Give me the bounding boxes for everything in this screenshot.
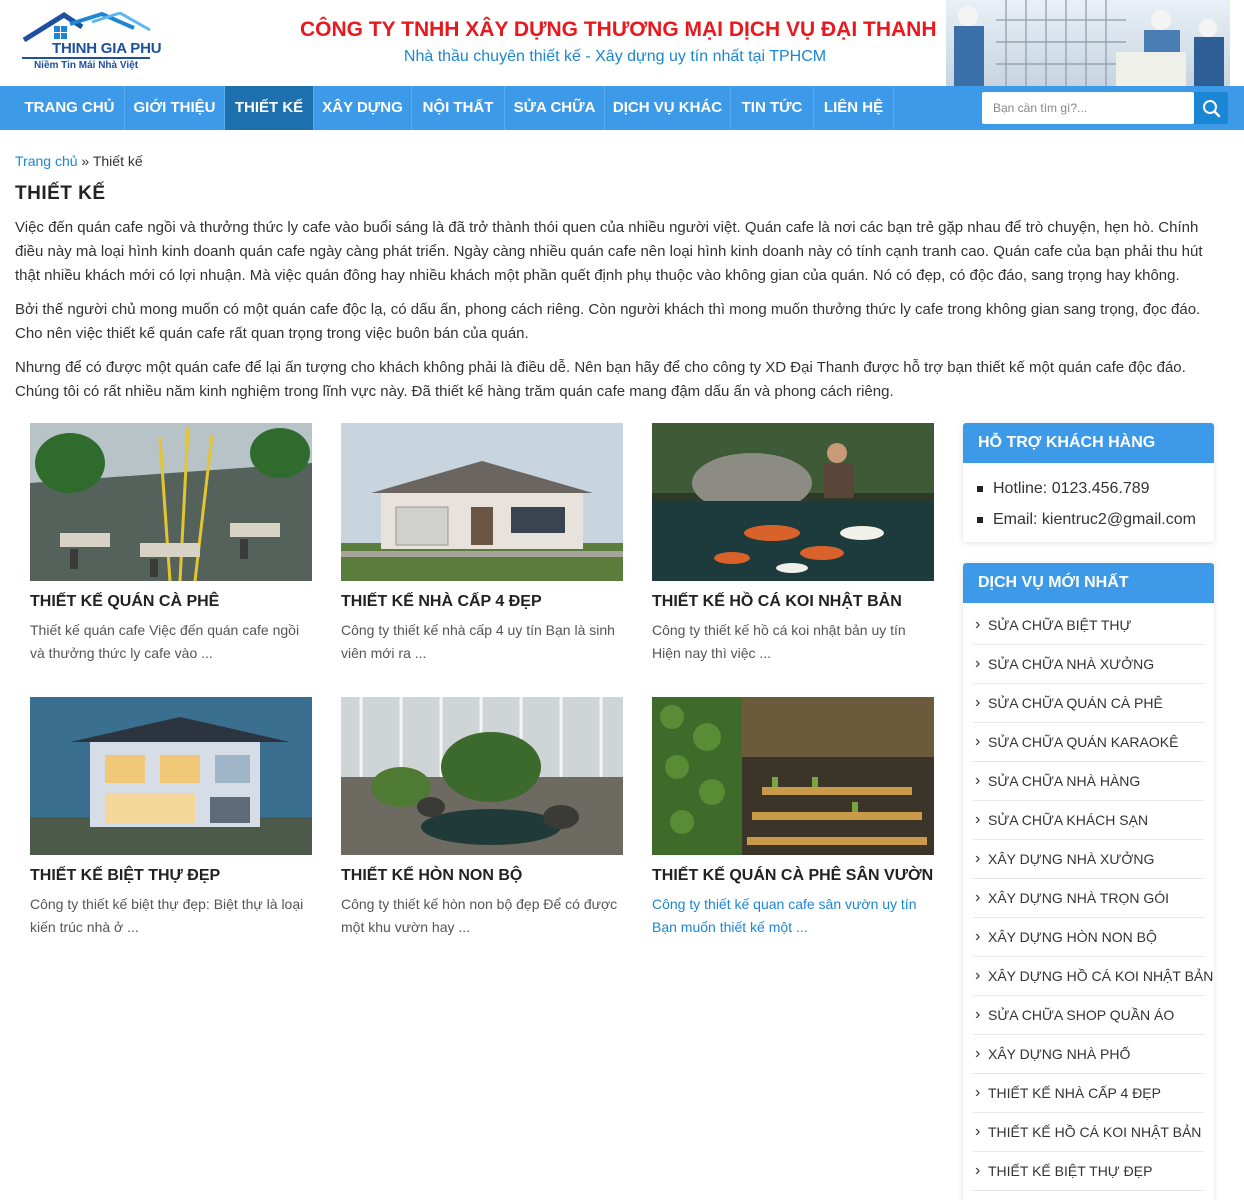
logo-tagline: Niềm Tin Mái Nhà Việt bbox=[22, 57, 150, 71]
header-banner-image bbox=[946, 0, 1230, 86]
service-link[interactable]: SỬA CHỮA NHÀ XƯỞNG bbox=[973, 644, 1204, 684]
service-link[interactable]: SỬA CHỮA QUÁN KARAOKÊ bbox=[973, 722, 1204, 762]
nav-item-interior[interactable]: NỘI THẤT bbox=[412, 86, 505, 130]
service-link[interactable]: XÂY DỰNG HỒ CÁ KOI NHẬT BẢN bbox=[973, 956, 1213, 996]
roof-logo-icon bbox=[22, 12, 151, 42]
breadcrumb-home-link[interactable]: Trang chủ bbox=[15, 153, 78, 169]
post-title[interactable]: THIẾT KẾ QUÁN CÀ PHÊ bbox=[30, 593, 312, 611]
site-header: THINH GIA PHU Niềm Tin Mái Nhà Việt CÔNG… bbox=[0, 0, 1244, 86]
post-excerpt: Công ty thiết kế nhà cấp 4 uy tín Bạn là… bbox=[341, 622, 615, 661]
post-title[interactable]: THIẾT KẾ QUÁN CÀ PHÊ SÂN VƯỜN bbox=[652, 867, 934, 885]
nav-item-other-services[interactable]: DỊCH VỤ KHÁC bbox=[605, 86, 731, 130]
post-card[interactable]: THIẾT KẾ HỒ CÁ KOI NHẬT BẢN Công ty thiế… bbox=[652, 423, 934, 665]
post-title[interactable]: THIẾT KẾ BIỆT THỰ ĐẸP bbox=[30, 867, 312, 885]
nav-item-news[interactable]: TIN TỨC bbox=[731, 86, 814, 130]
post-excerpt: Công ty thiết kế biệt thự đẹp: Biệt thự … bbox=[30, 896, 304, 935]
service-link[interactable]: THIẾT KẾ NHÀ CẤP 4 ĐẸP bbox=[973, 1073, 1204, 1113]
nav-item-home[interactable]: TRANG CHỦ bbox=[15, 86, 125, 130]
search-icon bbox=[1203, 100, 1221, 118]
post-thumbnail-villa[interactable] bbox=[30, 697, 312, 855]
company-slogan: Nhà thầu chuyên thiết kế - Xây dựng uy t… bbox=[403, 48, 827, 65]
breadcrumb-separator: » bbox=[81, 153, 90, 169]
service-link[interactable]: SỬA CHỮA BIỆT THỰ bbox=[973, 605, 1204, 645]
service-link[interactable]: SỬA CHỮA QUÁN CÀ PHÊ bbox=[973, 683, 1204, 723]
search-button[interactable] bbox=[1194, 92, 1228, 124]
services-widget-title: DỊCH VỤ MỚI NHẤT bbox=[963, 563, 1214, 603]
service-link[interactable]: THIẾT KẾ BIỆT THỰ ĐẸP bbox=[973, 1151, 1204, 1191]
post-card[interactable]: THIẾT KẾ QUÁN CÀ PHÊ SÂN VƯỜN Công ty th… bbox=[652, 697, 934, 939]
service-link[interactable]: SỬA CHỮA SHOP QUẦN ÁO bbox=[973, 995, 1204, 1035]
post-card[interactable]: THIẾT KẾ QUÁN CÀ PHÊ Thiết kế quán cafe … bbox=[30, 423, 312, 665]
post-excerpt[interactable]: Công ty thiết kế quan cafe sân vườn uy t… bbox=[652, 893, 934, 939]
service-link[interactable]: THIẾT KẾ HỒ CÁ KOI NHẬT BẢN bbox=[973, 1112, 1204, 1152]
post-title[interactable]: THIẾT KẾ HÒN NON BỘ bbox=[341, 867, 623, 885]
post-thumbnail-house[interactable] bbox=[341, 423, 623, 581]
intro-paragraph: Bởi thế người chủ mong muốn có một quán … bbox=[15, 301, 1201, 342]
post-card[interactable]: THIẾT KẾ BIỆT THỰ ĐẸP Công ty thiết kế b… bbox=[30, 697, 312, 939]
support-widget-title: HỖ TRỢ KHÁCH HÀNG bbox=[963, 423, 1214, 463]
company-name: CÔNG TY TNHH XÂY DỰNG THƯƠNG MẠI DỊCH VỤ… bbox=[300, 18, 937, 41]
nav-item-about[interactable]: GIỚI THIỆU bbox=[125, 86, 225, 130]
search-input[interactable]: Bạn cần tìm gì?... bbox=[982, 92, 1194, 124]
intro-paragraph: Nhưng để có được một quán cafe để lại ấn… bbox=[15, 359, 1186, 400]
service-link[interactable]: SỬA CHỮA NHÀ HÀNG bbox=[973, 761, 1204, 801]
nav-item-repair[interactable]: SỬA CHỮA bbox=[505, 86, 605, 130]
nav-item-construction[interactable]: XÂY DỰNG bbox=[314, 86, 412, 130]
post-excerpt: Thiết kế quán cafe Việc đến quán cafe ng… bbox=[30, 622, 300, 661]
page-title: THIẾT KẾ bbox=[15, 183, 106, 204]
hotline-item[interactable]: Hotline: 0123.456.789 bbox=[977, 473, 1200, 504]
site-logo[interactable]: THINH GIA PHU Niềm Tin Mái Nhà Việt bbox=[22, 12, 162, 72]
post-card[interactable]: THIẾT KẾ NHÀ CẤP 4 ĐẸP Công ty thiết kế … bbox=[341, 423, 623, 665]
breadcrumb-current: Thiết kế bbox=[92, 153, 143, 169]
service-link[interactable]: XÂY DỰNG NHÀ XƯỞNG bbox=[973, 839, 1204, 879]
nav-item-design[interactable]: THIẾT KẾ bbox=[225, 86, 314, 130]
service-link[interactable]: XÂY DỰNG HÒN NON BỘ bbox=[973, 917, 1204, 957]
post-card[interactable]: THIẾT KẾ HÒN NON BỘ Công ty thiết kế hòn… bbox=[341, 697, 623, 939]
post-thumbnail-koi-pond[interactable] bbox=[652, 423, 934, 581]
post-thumbnail-garden-cafe[interactable] bbox=[652, 697, 934, 855]
nav-item-contact[interactable]: LIÊN HỆ bbox=[814, 86, 894, 130]
support-list: Hotline: 0123.456.789 Email: kientruc2@g… bbox=[963, 463, 1214, 549]
post-title[interactable]: THIẾT KẾ NHÀ CẤP 4 ĐẸP bbox=[341, 593, 623, 611]
services-widget: DỊCH VỤ MỚI NHẤT SỬA CHỮA BIỆT THỰ SỬA C… bbox=[963, 563, 1214, 1200]
logo-name: THINH GIA PHU bbox=[52, 40, 162, 57]
post-thumbnail-cafe[interactable] bbox=[30, 423, 312, 581]
breadcrumb: Trang chủ » Thiết kế bbox=[15, 153, 143, 169]
service-link[interactable]: XÂY DỰNG NHÀ PHỐ bbox=[973, 1034, 1204, 1074]
intro-text: Việc đến quán cafe ngồi và thưởng thức l… bbox=[15, 216, 1230, 414]
post-excerpt: Công ty thiết kế hòn non bộ đẹp Để có đư… bbox=[341, 896, 618, 935]
services-list: SỬA CHỮA BIỆT THỰ SỬA CHỮA NHÀ XƯỞNG SỬA… bbox=[963, 603, 1214, 1191]
support-widget: HỖ TRỢ KHÁCH HÀNG Hotline: 0123.456.789 … bbox=[963, 423, 1214, 542]
post-thumbnail-rock-garden[interactable] bbox=[341, 697, 623, 855]
service-link[interactable]: XÂY DỰNG NHÀ TRỌN GÓI bbox=[973, 878, 1204, 918]
intro-paragraph: Việc đến quán cafe ngồi và thưởng thức l… bbox=[15, 219, 1203, 284]
service-link[interactable]: SỬA CHỮA KHÁCH SẠN bbox=[973, 800, 1204, 840]
post-title[interactable]: THIẾT KẾ HỒ CÁ KOI NHẬT BẢN bbox=[652, 593, 934, 611]
email-item[interactable]: Email: kientruc2@gmail.com bbox=[977, 504, 1200, 535]
post-excerpt: Công ty thiết kế hồ cá koi nhật bản uy t… bbox=[652, 622, 906, 661]
